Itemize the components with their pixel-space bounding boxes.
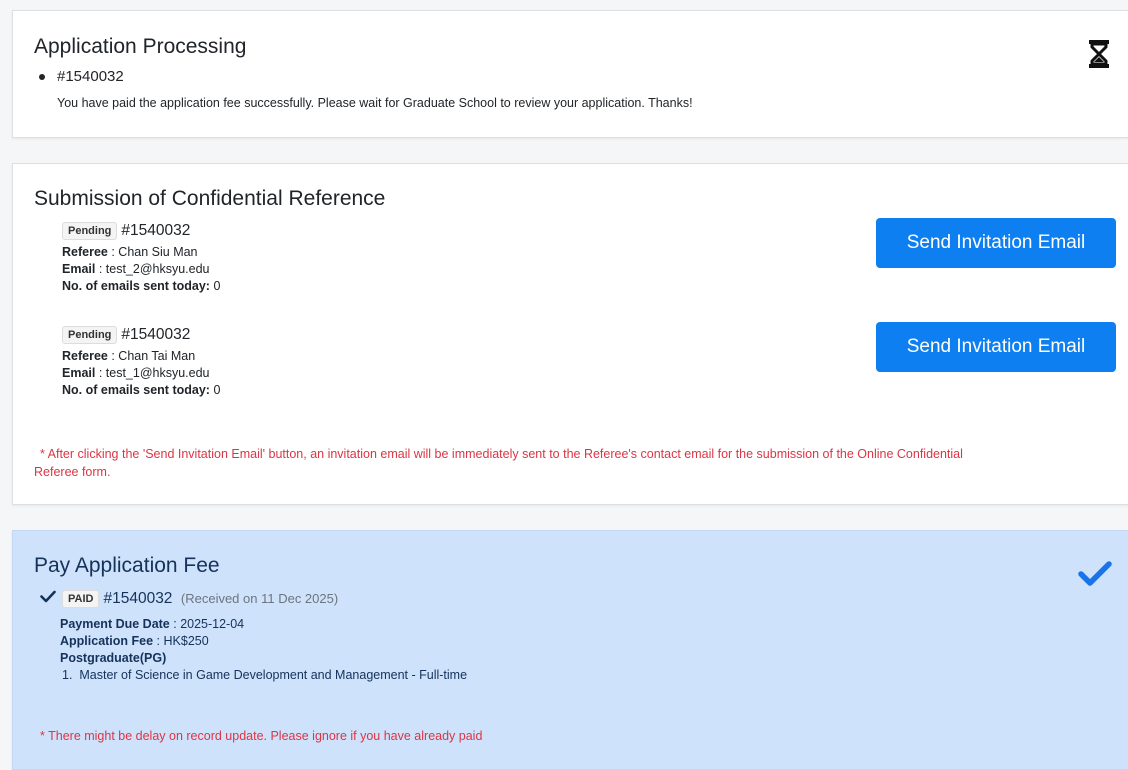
fee-details: Payment Due Date : 2025-12-04 Applicatio… — [60, 616, 467, 684]
referee-header: Pending #1540032 — [62, 222, 662, 240]
emails-sent-count: 0 — [213, 279, 221, 294]
emails-sent-row: No. of emails sent today: 0 — [62, 278, 662, 295]
referee-email-row: Email : test_2@hksyu.edu — [62, 262, 210, 277]
fee-app-id: #1540032 — [103, 590, 173, 608]
referee-email-row: Email : test_1@hksyu.edu — [62, 366, 210, 381]
email-label: Email — [62, 262, 96, 277]
due-date-row: Payment Due Date : 2025-12-04 — [60, 617, 245, 631]
reference-note: * After clicking the 'Send Invitation Em… — [34, 445, 1114, 481]
received-date: (Received on 11 Dec 2025) — [180, 591, 339, 607]
reference-note-line1: * After clicking the 'Send Invitation Em… — [40, 447, 963, 461]
status-badge: Pending — [62, 326, 118, 344]
programme-category: Postgraduate(PG) — [60, 651, 167, 665]
referee-name: Chan Siu Man — [118, 245, 198, 260]
reference-card: Submission of Confidential Reference Pen… — [12, 163, 1128, 505]
referee-email: test_2@hksyu.edu — [105, 262, 210, 277]
pay-fee-card: Pay Application Fee PAID #1540032 (Receiv… — [12, 530, 1128, 770]
processing-message: You have paid the application fee succes… — [57, 96, 693, 110]
referee-header: Pending #1540032 — [62, 326, 662, 344]
send-invitation-button[interactable]: Send Invitation Email — [876, 322, 1116, 372]
referee-label: Referee — [62, 349, 108, 364]
referee-name: Chan Tai Man — [118, 349, 196, 364]
referee-name-row: Referee : Chan Tai Man — [62, 349, 196, 364]
referee-item: Pending #1540032 Referee : Chan Tai Man E… — [62, 326, 662, 399]
email-label: Email — [62, 366, 96, 381]
processing-list-item: #1540032 — [39, 68, 124, 85]
bullet — [39, 74, 45, 81]
send-invitation-button[interactable]: Send Invitation Email — [876, 218, 1116, 268]
reference-title: Submission of Confidential Reference — [34, 187, 386, 210]
reference-note-line2: Referee form. — [34, 465, 111, 479]
fee-note: * There might be delay on record update.… — [40, 729, 483, 743]
fee-amount-value: HK$250 — [163, 634, 209, 648]
referee-app-id: #1540032 — [121, 222, 191, 240]
fee-amount-label: Application Fee — [60, 634, 154, 648]
fee-title: Pay Application Fee — [34, 554, 220, 577]
referee-name-row: Referee : Chan Siu Man — [62, 245, 198, 260]
status-badge: Pending — [62, 222, 118, 240]
hourglass-icon — [1088, 39, 1110, 69]
processing-app-id: #1540032 — [57, 68, 124, 85]
emails-sent-count: 0 — [213, 383, 221, 398]
referee-app-id: #1540032 — [121, 326, 191, 344]
programme-list-item: 1. Master of Science in Game Development… — [62, 668, 468, 682]
due-date-value: 2025-12-04 — [180, 617, 245, 631]
processing-title: Application Processing — [34, 35, 247, 58]
referee-email: test_1@hksyu.edu — [105, 366, 210, 381]
referee-item: Pending #1540032 Referee : Chan Siu Man E… — [62, 222, 662, 295]
fee-amount-row: Application Fee : HK$250 — [60, 634, 209, 648]
fee-header-row: PAID #1540032 (Received on 11 Dec 2025) — [40, 590, 338, 608]
emails-sent-label: No. of emails sent today: — [62, 279, 210, 294]
check-icon — [1078, 561, 1112, 587]
emails-sent-row: No. of emails sent today: 0 — [62, 382, 662, 399]
emails-sent-label: No. of emails sent today: — [62, 383, 210, 398]
application-processing-card: Application Processing #1540032 You have… — [12, 10, 1128, 138]
paid-badge: PAID — [62, 590, 100, 608]
programme-name: Master of Science in Game Development an… — [79, 668, 468, 682]
due-date-label: Payment Due Date — [60, 617, 170, 631]
paid-check-icon — [40, 590, 56, 608]
referee-label: Referee — [62, 245, 108, 260]
